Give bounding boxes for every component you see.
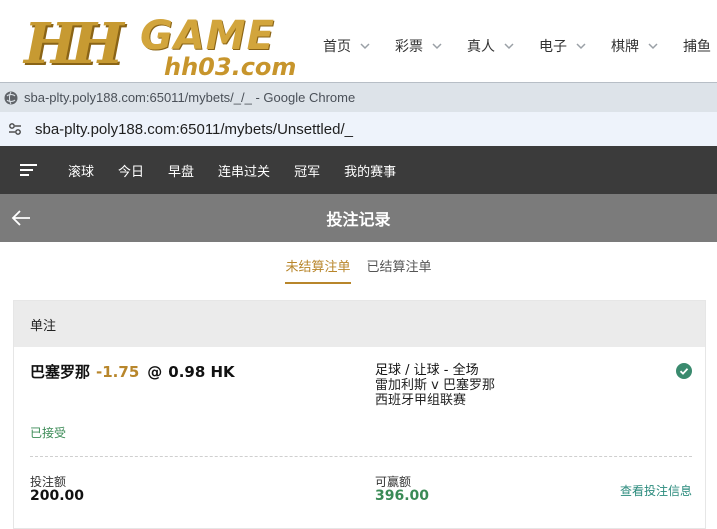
win-value: 396.00 [375, 488, 430, 504]
tune-icon[interactable] [7, 121, 23, 137]
chevron-down-icon [648, 43, 658, 50]
chrome-window-title: sba-plty.poly188.com:65011/mybets/_/_ - … [24, 90, 356, 105]
menu-icon[interactable] [20, 163, 38, 177]
bet-status: 已接受 [30, 426, 67, 440]
bet-league: 西班牙甲组联赛 [375, 393, 467, 408]
bet-section-label: 单注 [30, 318, 57, 334]
site-nav-cards[interactable]: 棋牌 [611, 36, 659, 56]
chevron-down-icon [576, 43, 586, 50]
divider [30, 456, 692, 457]
bet-section-header: 单注 [14, 301, 705, 347]
bet-handicap: -1.75 [96, 363, 140, 381]
site-nav-label: 电子 [539, 39, 567, 55]
chrome-address-bar[interactable]: sba-plty.poly188.com:65011/mybets/Unsett… [0, 112, 717, 146]
stake-value: 200.00 [30, 488, 85, 504]
chevron-down-icon [504, 43, 514, 50]
check-circle-icon [676, 363, 692, 379]
chrome-title-bar: sba-plty.poly188.com:65011/mybets/_/_ - … [0, 82, 717, 112]
bet-match: 雷加利斯 v 巴塞罗那 [375, 378, 495, 393]
tab-inplay[interactable]: 滚球 [68, 161, 94, 180]
site-nav-slots[interactable]: 电子 [539, 36, 587, 56]
bet-at: @ [147, 363, 163, 381]
logo-game: GAME [140, 13, 275, 59]
bet-card: 单注 巴塞罗那 -1.75 @0.98 HK 足球 / 让球 - 全场 雷加利斯 v… [13, 300, 706, 529]
bet-odds: 0.98 HK [168, 363, 235, 381]
app-nav-tabs: 滚球 今日 早盘 连串过关 冠军 我的赛事 [68, 161, 420, 180]
site-nav-live[interactable]: 真人 [467, 36, 515, 56]
page-header: 投注记录 [0, 194, 717, 242]
page-title: 投注记录 [326, 210, 391, 229]
site-nav-label: 首页 [323, 39, 351, 55]
tab-settled[interactable]: 已结算注单 [367, 242, 432, 284]
site-nav-lottery[interactable]: 彩票 [395, 36, 443, 56]
site-nav-fishing[interactable]: 捕鱼 [683, 36, 711, 56]
bet-match-info: 足球 / 让球 - 全场 雷加利斯 v 巴塞罗那 西班牙甲组联赛 [375, 363, 495, 408]
logo-hh: HH [24, 11, 124, 77]
tab-my-events[interactable]: 我的赛事 [344, 161, 396, 180]
site-nav-label: 棋牌 [611, 39, 639, 55]
site-header: HH GAME hh03.com 首页 彩票 真人 电子 棋牌 捕鱼 [0, 0, 717, 82]
chrome-url[interactable]: sba-plty.poly188.com:65011/mybets/Unsett… [35, 121, 353, 138]
site-nav-label: 捕鱼 [683, 39, 711, 55]
app-nav: 滚球 今日 早盘 连串过关 冠军 我的赛事 [0, 146, 717, 194]
site-nav: 首页 彩票 真人 电子 棋牌 捕鱼 [323, 36, 717, 56]
site-nav-home[interactable]: 首页 [323, 36, 371, 56]
site-logo[interactable]: HH GAME hh03.com [24, 10, 296, 80]
bet-market: 足球 / 让球 - 全场 [375, 363, 479, 378]
tab-outright[interactable]: 冠军 [294, 161, 320, 180]
bet-selection: 巴塞罗那 -1.75 @0.98 HK [30, 361, 235, 382]
bet-team: 巴塞罗那 [30, 363, 91, 381]
view-bet-details-link[interactable]: 查看投注信息 [620, 482, 692, 499]
tab-today[interactable]: 今日 [118, 161, 144, 180]
bet-status-tabs: 未结算注单 已结算注单 [0, 242, 717, 286]
tab-unsettled[interactable]: 未结算注单 [285, 242, 351, 284]
back-arrow-icon[interactable] [10, 208, 32, 228]
site-nav-label: 彩票 [395, 39, 423, 55]
chevron-down-icon [360, 43, 370, 50]
tab-early[interactable]: 早盘 [168, 161, 194, 180]
site-nav-label: 真人 [467, 39, 495, 55]
tab-parlay[interactable]: 连串过关 [218, 161, 270, 180]
logo-domain: hh03.com [164, 53, 297, 81]
site-info-icon [4, 91, 18, 104]
chevron-down-icon [432, 43, 442, 50]
